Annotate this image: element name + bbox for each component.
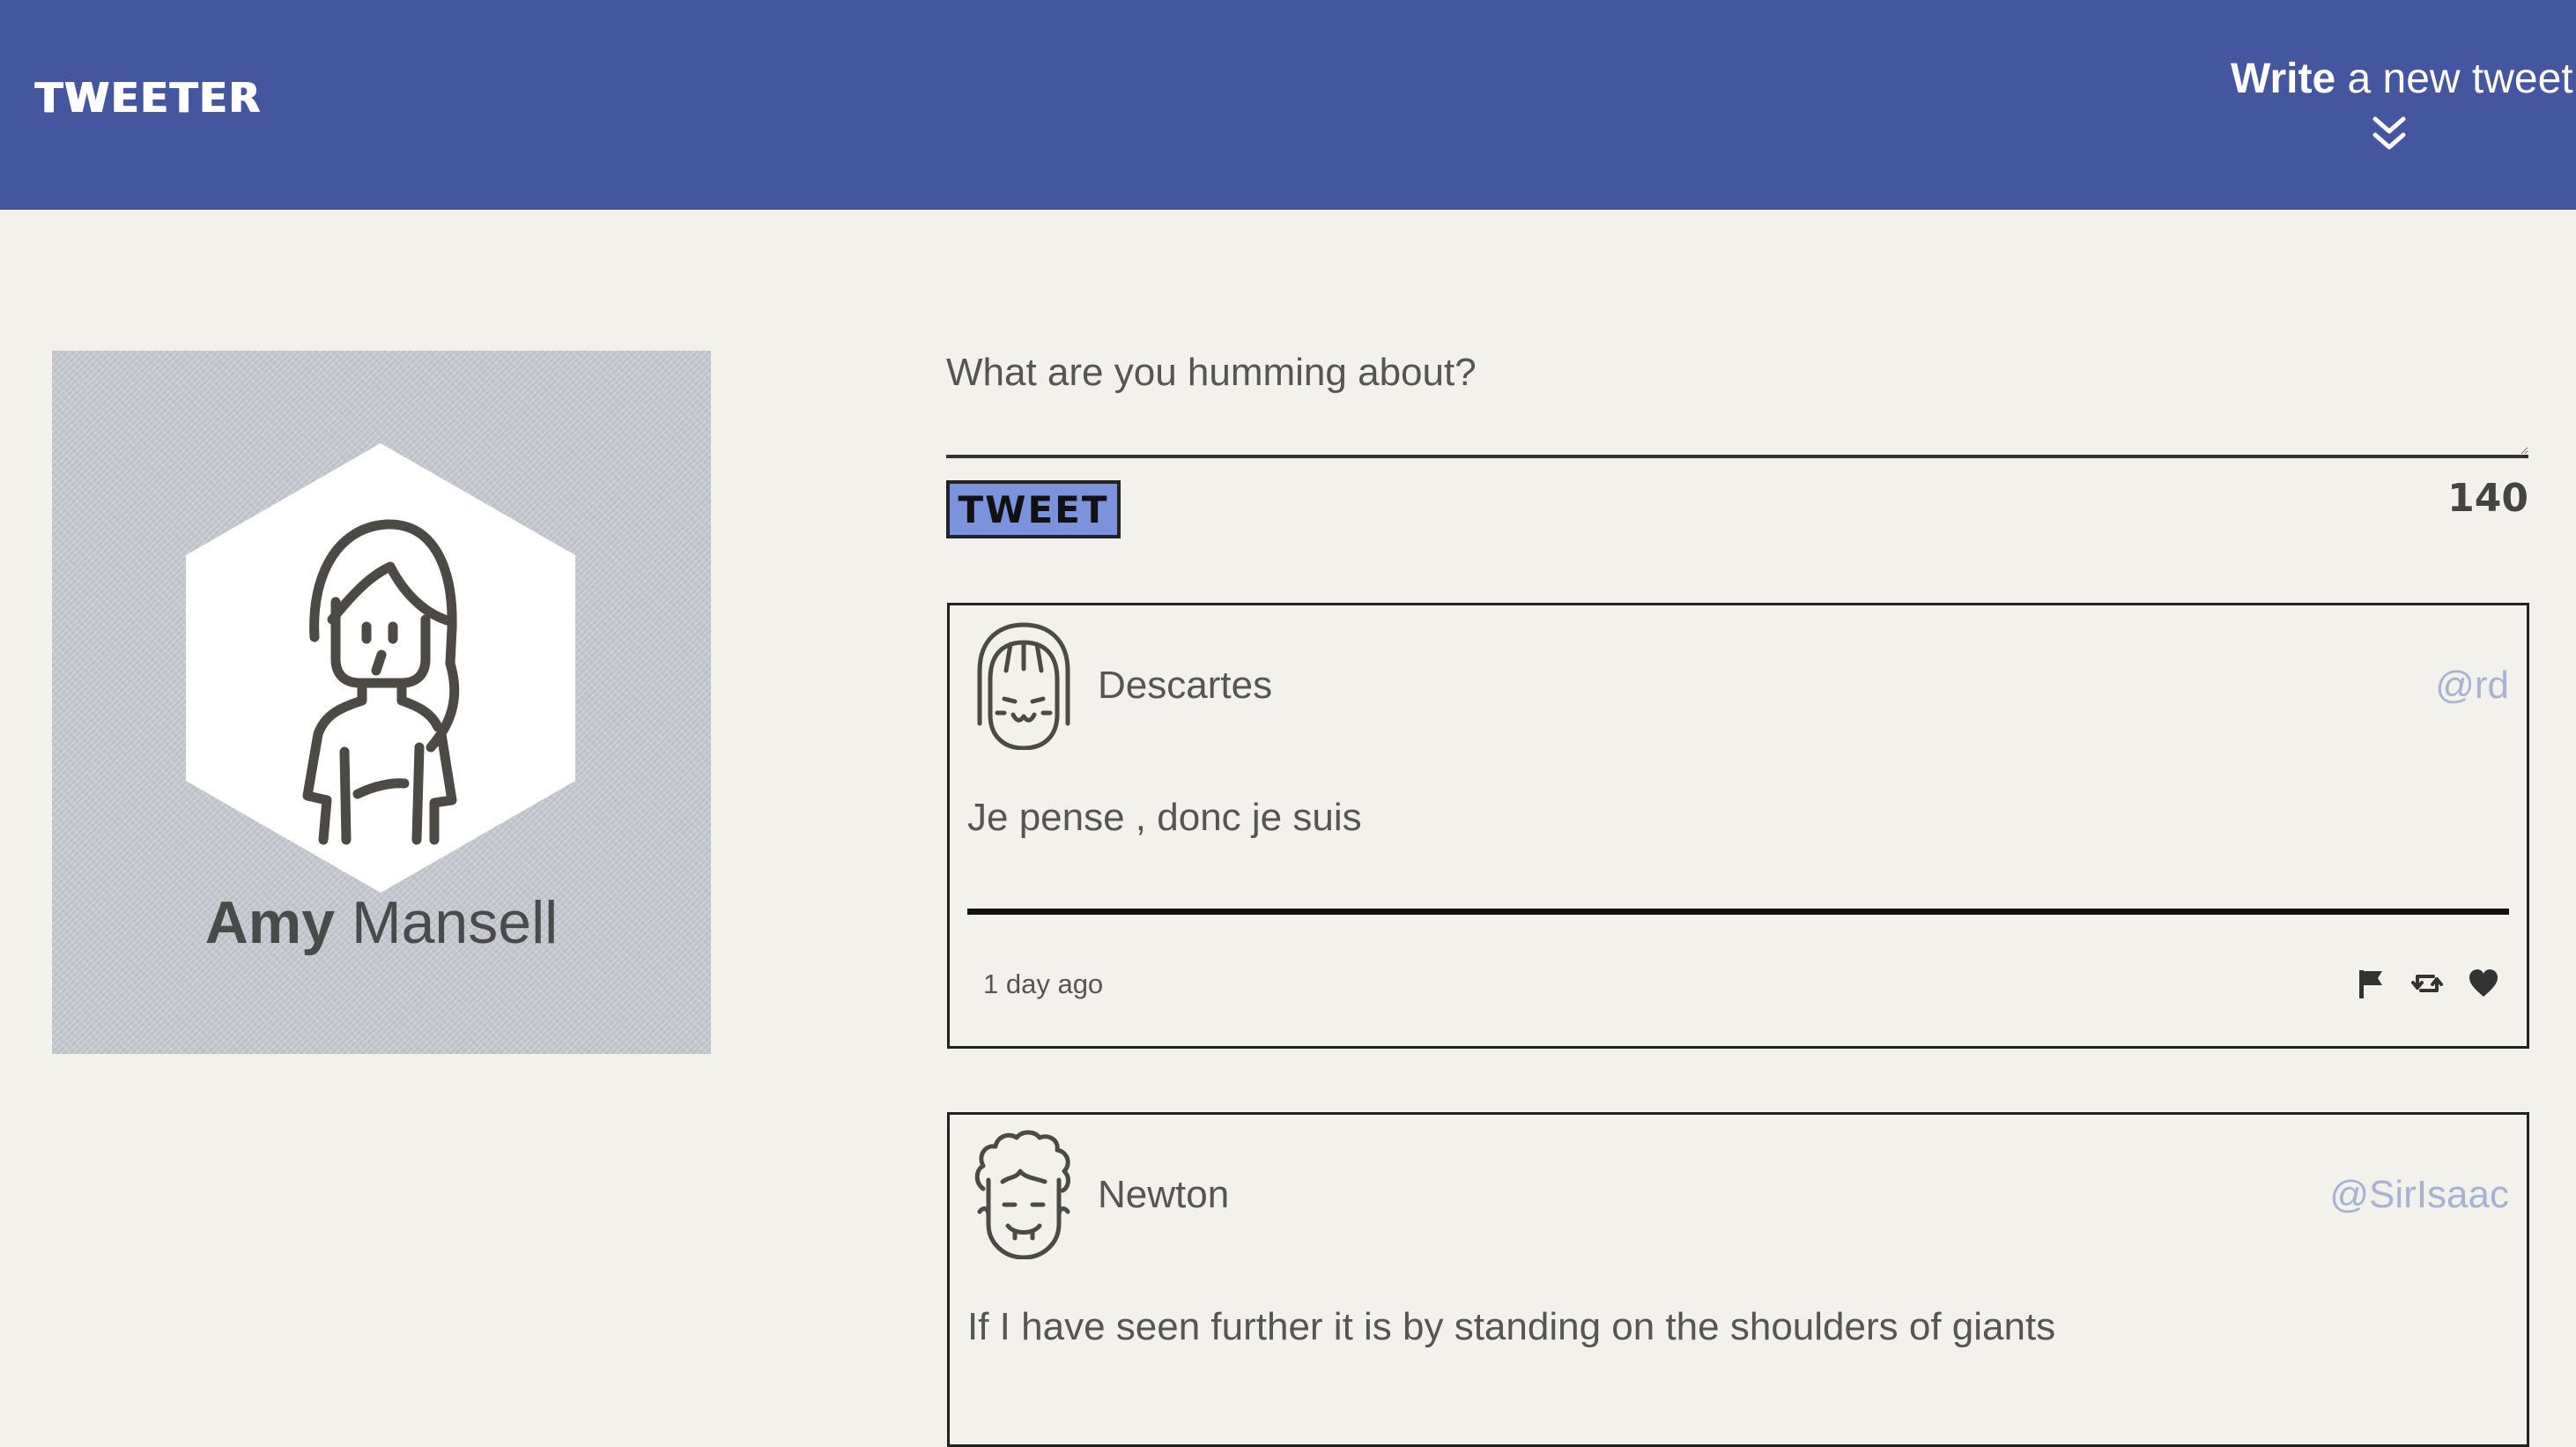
retweet-icon[interactable] — [2410, 967, 2444, 1000]
profile-first-name: Amy — [204, 889, 336, 956]
write-new-tweet-rest: a new tweet — [2335, 56, 2573, 102]
tweet-author: Newton — [1098, 1173, 1230, 1216]
profile-last-name: Mansell — [335, 889, 559, 956]
profile-name: Amy Mansell — [52, 888, 711, 957]
tweet-textarea[interactable] — [946, 335, 2528, 458]
tweet-divider — [967, 909, 2509, 915]
tweet-handle[interactable]: @rd — [2435, 664, 2509, 708]
bangs-girl-avatar-icon — [977, 622, 1070, 750]
char-counter: 140 — [2447, 476, 2528, 521]
double-chevron-down-icon — [2372, 116, 2406, 150]
compose-section: TWEET 140 — [946, 335, 2528, 538]
write-new-tweet-toggle[interactable]: Write a new tweet — [2231, 55, 2573, 154]
tweet-button[interactable]: TWEET — [946, 480, 1121, 538]
tweet-card: Descartes @rd Je pense , donc je suis 1 … — [947, 603, 2529, 1049]
woman-avatar-icon — [186, 443, 575, 893]
tweet-timestamp: 1 day ago — [983, 968, 1104, 999]
tweet-content: If I have seen further it is by standing… — [967, 1305, 2056, 1348]
tweet-handle[interactable]: @SirIsaac — [2329, 1173, 2509, 1217]
tweet-author: Descartes — [1098, 664, 1273, 707]
profile-card: Amy Mansell — [52, 351, 711, 1054]
top-navbar: TWEETER Write a new tweet — [0, 0, 2576, 210]
curly-hair-man-avatar-icon — [974, 1130, 1070, 1259]
heart-icon[interactable] — [2467, 967, 2500, 1000]
tweet-actions — [2354, 967, 2500, 1000]
tweet-card: Newton @SirIsaac If I have seen further … — [947, 1112, 2529, 1447]
write-new-tweet-strong: Write — [2231, 56, 2336, 102]
write-new-tweet-label: Write a new tweet — [2231, 55, 2573, 103]
brand-logo[interactable]: TWEETER — [35, 74, 262, 122]
flag-icon[interactable] — [2354, 967, 2387, 1000]
tweet-content: Je pense , donc je suis — [967, 796, 1362, 839]
